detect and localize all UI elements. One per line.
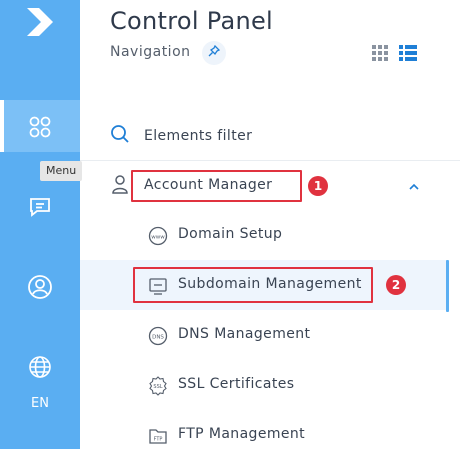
page-title: Control Panel	[110, 7, 274, 35]
menu-item-label: FTP Management	[178, 426, 306, 442]
menu-item-domain-setup[interactable]: www Domain Setup	[80, 210, 447, 260]
account-manager-section[interactable]	[110, 172, 130, 200]
menu-item-dns-management[interactable]: DNS DNS Management	[80, 310, 447, 360]
left-rail: EN	[0, 0, 80, 449]
menu-tooltip: Menu	[40, 161, 83, 181]
annotation-badge-2: 2	[386, 275, 406, 295]
list-view-icon[interactable]	[399, 44, 417, 67]
grid-view-icon[interactable]	[372, 45, 388, 66]
elements-filter[interactable]: Elements filter	[110, 124, 252, 148]
svg-text:www: www	[151, 235, 165, 241]
navigation-subtitle: Navigation	[110, 44, 191, 60]
menu-item-label: Domain Setup	[178, 226, 283, 242]
menu-item-ftp-management[interactable]: FTP FTP Management	[80, 410, 447, 449]
menu-item-label: SSL Certificates	[178, 376, 295, 392]
ssl-icon: SSL	[148, 376, 168, 401]
annotation-box-2	[133, 267, 373, 303]
arrow-logo-icon[interactable]	[0, 2, 80, 42]
pin-button[interactable]	[202, 41, 226, 65]
control-panel-window: EN Menu Control Panel Navigation Element…	[0, 0, 460, 449]
language-label[interactable]: EN	[0, 396, 80, 411]
search-icon	[110, 124, 130, 149]
user-circle-icon[interactable]	[0, 270, 80, 304]
four-circles-icon[interactable]	[0, 108, 80, 146]
dns-icon: DNS	[148, 326, 168, 351]
menu-item-label: DNS Management	[178, 326, 311, 342]
svg-text:SSL: SSL	[153, 384, 162, 390]
chat-icon[interactable]	[0, 190, 80, 224]
annotation-badge-1: 1	[308, 176, 328, 196]
divider	[80, 160, 460, 161]
menu-item-ssl-certificates[interactable]: SSL SSL Certificates	[80, 360, 447, 410]
pin-icon	[208, 44, 221, 62]
globe-icon[interactable]	[0, 352, 80, 382]
ftp-icon: FTP	[148, 426, 168, 449]
annotation-box-1	[131, 170, 302, 202]
user-icon	[110, 173, 130, 200]
svg-text:FTP: FTP	[154, 437, 163, 443]
www-icon: www	[148, 226, 168, 251]
elements-filter-label: Elements filter	[144, 128, 253, 144]
scrollbar-thumb[interactable]	[446, 260, 449, 312]
chevron-up-icon[interactable]	[407, 179, 421, 197]
svg-text:DNS: DNS	[152, 335, 164, 341]
